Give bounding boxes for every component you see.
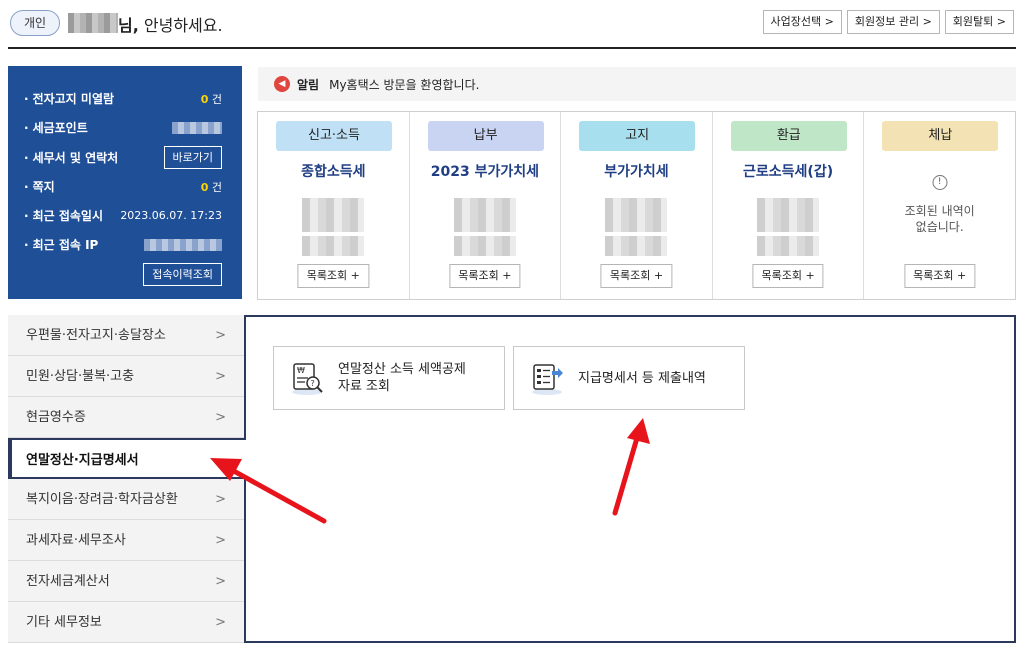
tax-point-row: 세금포인트 (24, 113, 222, 142)
message-label: 쪽지 (24, 178, 55, 195)
last-ip-label: 최근 접속 IP (24, 236, 99, 253)
document-submit-icon (532, 364, 563, 395)
header-divider (8, 47, 1016, 49)
menu-item-year-end-settlement[interactable]: 연말정산·지급명세서 (8, 438, 246, 479)
notice-bar: ◀ 알림 My홈택스 방문을 환영합니다. (258, 67, 1016, 101)
tax-office-row: 세무서 및 연락처 바로가기 (24, 142, 222, 172)
svg-text:?: ? (311, 379, 315, 388)
masked-content (605, 236, 668, 256)
menu-item-welfare[interactable]: 복지이음·장려금·학자금상환 > (8, 479, 244, 520)
masked-ip (144, 238, 222, 251)
category-refund: 환급 근로소득세(갑) 목록조회 + (713, 112, 865, 299)
category-notice: 고지 부가가치세 목록조회 + (561, 112, 713, 299)
speaker-icon: ◀ (274, 76, 290, 92)
last-login-value: 2023.06.07. 17:23 (120, 209, 222, 222)
masked-content (757, 198, 820, 232)
menu-item-cash-receipt[interactable]: 현금영수증 > (8, 397, 244, 438)
chevron-right-icon: > (215, 533, 226, 548)
greeting-text: 님, 안녕하세요. (118, 12, 223, 36)
chevron-right-icon: > (215, 328, 226, 343)
chevron-right-icon: > (215, 410, 226, 425)
menu-item-tax-audit[interactable]: 과세자료·세무조사 > (8, 520, 244, 561)
category-report-head[interactable]: 신고·소득 (276, 121, 392, 151)
notice-text: My홈택스 방문을 환영합니다. (329, 77, 480, 92)
category-notice-item[interactable]: 부가가치세 (561, 161, 712, 181)
tax-office-goto-button[interactable]: 바로가기 (163, 145, 222, 169)
deduction-data-lookup-tile[interactable]: ₩ ? 연말정산 소득 세액공제 자료 조회 (273, 346, 505, 410)
exclamation-icon: ! (932, 175, 948, 190)
user-type-badge[interactable]: 개인 (10, 10, 60, 36)
menu-item-e-invoice[interactable]: 전자세금계산서 > (8, 561, 244, 602)
category-payment-head[interactable]: 납부 (427, 121, 544, 151)
greeting-rest: 안녕하세요. (138, 16, 223, 35)
account-links: 사업장선택 > 회원정보 관리 > 회원탈퇴 > (762, 10, 1014, 34)
menu-item-mail[interactable]: 우편물·전자고지·송달장소 > (8, 315, 244, 356)
masked-content (757, 236, 820, 256)
unread-notice-row[interactable]: 전자고지 미열람 0 건 (24, 84, 222, 113)
svg-text:₩: ₩ (297, 366, 305, 375)
masked-tax-point (172, 121, 222, 134)
member-info-button[interactable]: 회원정보 관리 > (846, 10, 940, 34)
withdraw-button[interactable]: 회원탈퇴 > (944, 10, 1014, 34)
user-summary-box: 전자고지 미열람 0 건 세금포인트 세무서 및 연락처 바로가기 쪽지 0 건… (8, 66, 242, 299)
unread-notice-count: 0 건 (200, 92, 222, 106)
category-payment-item[interactable]: 2023 부가가치세 (410, 161, 561, 181)
menu-item-complaint[interactable]: 민원·상담·불복·고충 > (8, 356, 244, 397)
message-row[interactable]: 쪽지 0 건 (24, 172, 222, 201)
payment-statement-history-tile[interactable]: 지급명세서 등 제출내역 (513, 346, 745, 410)
page-header: 개인 님, 안녕하세요. 사업장선택 > 회원정보 관리 > 회원탈퇴 > (0, 0, 1024, 50)
category-report-list-button[interactable]: 목록조회 + (297, 264, 369, 288)
last-login-row: 최근 접속일시 2023.06.07. 17:23 (24, 201, 222, 230)
chevron-right-icon: > (215, 574, 226, 589)
empty-message: 조회된 내역이 없습니다. (904, 204, 975, 234)
tax-point-label: 세금포인트 (24, 119, 88, 136)
category-arrears: 체납 ! 조회된 내역이 없습니다. 목록조회 + (864, 112, 1015, 299)
menu-item-other-tax-info[interactable]: 기타 세무정보 > (8, 602, 244, 643)
deduction-data-lookup-label: 연말정산 소득 세액공제 자료 조회 (338, 362, 466, 394)
masked-content (453, 198, 516, 232)
category-refund-head[interactable]: 환급 (730, 121, 847, 151)
category-notice-list-button[interactable]: 목록조회 + (600, 264, 673, 288)
side-menu: 우편물·전자고지·송달장소 > 민원·상담·불복·고충 > 현금영수증 > 연말정산·… (8, 315, 246, 643)
last-login-label: 최근 접속일시 (24, 207, 103, 224)
category-payment: 납부 2023 부가가치세 목록조회 + (410, 112, 562, 299)
category-arrears-head[interactable]: 체납 (882, 121, 999, 151)
payment-statement-history-label: 지급명세서 등 제출내역 (578, 370, 706, 386)
masked-content (302, 198, 365, 232)
document-search-icon: ₩ ? (292, 363, 323, 395)
category-arrears-list-button[interactable]: 목록조회 + (904, 264, 976, 288)
category-refund-item[interactable]: 근로소득세(갑) (713, 161, 864, 181)
message-count: 0 건 (200, 180, 222, 194)
chevron-right-icon: > (215, 492, 226, 507)
chevron-right-icon: > (215, 615, 226, 630)
notice-label: 알림 (297, 77, 320, 92)
submenu-panel: ₩ ? 연말정산 소득 세액공제 자료 조회 지급명세서 등 제출내역 (244, 315, 1016, 643)
login-history-button[interactable]: 접속이력조회 (143, 262, 222, 286)
tax-office-label: 세무서 및 연락처 (24, 149, 119, 166)
status-categories: 신고·소득 종합소득세 목록조회 + 납부 2023 부가가치세 목록조회 + … (257, 111, 1016, 300)
select-business-button[interactable]: 사업장선택 > (762, 10, 842, 34)
last-ip-row: 최근 접속 IP (24, 230, 222, 259)
history-row: 접속이력조회 (24, 259, 222, 289)
category-payment-list-button[interactable]: 목록조회 + (449, 264, 521, 288)
masked-content (302, 236, 365, 256)
category-notice-head[interactable]: 고지 (579, 121, 696, 151)
category-report-item[interactable]: 종합소득세 (258, 161, 409, 181)
masked-content (605, 198, 668, 232)
category-refund-list-button[interactable]: 목록조회 + (752, 264, 824, 288)
category-report: 신고·소득 종합소득세 목록조회 + (258, 112, 410, 299)
masked-username (68, 13, 118, 33)
unread-notice-label: 전자고지 미열람 (24, 90, 114, 107)
greeting-nim: 님, (118, 16, 139, 35)
chevron-right-icon: > (215, 369, 226, 384)
masked-content (453, 236, 516, 256)
